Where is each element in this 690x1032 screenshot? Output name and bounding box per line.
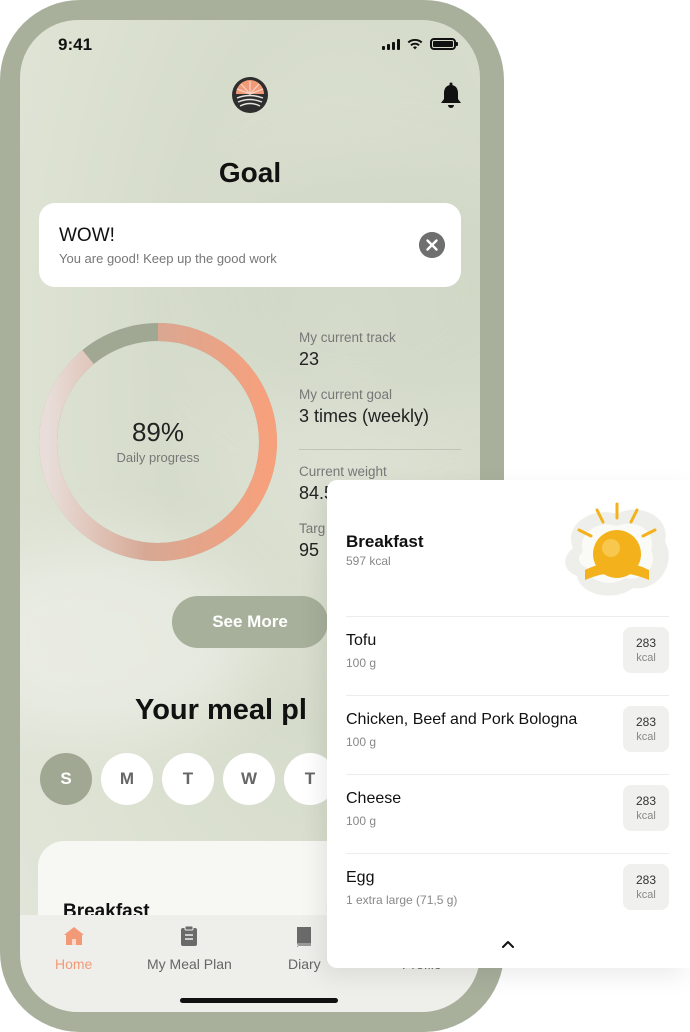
kcal-value: 283 [635,715,657,729]
food-item[interactable]: Chicken, Beef and Pork Bologna 100 g 283… [327,696,690,774]
tab-diary[interactable]: Diary [288,925,321,972]
day-sunday[interactable]: S [40,753,92,805]
kcal-unit: kcal [636,810,656,822]
food-item[interactable]: Egg 1 extra large (71,5 g) 283 kcal [327,854,690,932]
stat-value: 23 [299,349,320,369]
wifi-icon [407,38,423,50]
food-name: Egg [346,869,375,886]
page-title: Goal [218,157,282,188]
day-selector: S M T W T [40,753,336,805]
breakfast-detail-panel: Breakfast 597 kcal Tofu 100 g 283 kcal C… [327,480,690,968]
day-monday[interactable]: M [101,753,153,805]
food-name: Chicken, Beef and Pork Bologna [346,711,578,728]
status-bar: 9:41 [20,20,480,70]
signal-icon [382,38,400,50]
kcal-badge: 283 kcal [623,864,669,910]
stat-label: My current goal [299,387,393,402]
food-name: Tofu [346,632,377,649]
app-stage: 9:41 Goal WOW! You are good! Keep up the… [0,0,690,1032]
battery-icon [430,38,458,50]
clipboard-icon [181,925,198,946]
tab-label: My Meal Plan [147,956,232,972]
status-icons [382,38,458,50]
kcal-value: 283 [635,636,657,650]
food-name: Cheese [346,790,402,807]
book-icon [297,927,312,947]
kcal-unit: kcal [636,889,656,901]
see-more-button[interactable]: See More [172,596,328,648]
day-tuesday[interactable]: T [162,753,214,805]
stat-value: 3 times (weekly) [299,406,430,426]
food-quantity: 100 g [346,814,377,828]
banner-message: You are good! Keep up the good work [59,251,277,266]
stat-current-track: My current track 23 [299,330,461,387]
chevron-up-icon[interactable] [500,938,516,950]
kcal-value: 283 [635,794,657,808]
tab-home[interactable]: Home [55,925,92,972]
kcal-badge: 283 kcal [623,785,669,831]
stat-current-goal: My current goal 3 times (weekly) [299,387,461,444]
food-quantity: 100 g [346,656,377,670]
food-quantity: 1 extra large (71,5 g) [346,893,458,907]
tab-label: Diary [288,956,321,972]
day-wednesday[interactable]: W [223,753,275,805]
close-icon[interactable] [419,232,445,258]
home-icon [63,927,84,945]
achievement-banner: WOW! You are good! Keep up the good work [39,203,461,287]
banner-title: WOW! [59,225,115,246]
tab-meal-plan[interactable]: My Meal Plan [147,925,232,972]
stat-label: Current weight [299,464,387,479]
kcal-badge: 283 kcal [623,706,669,752]
food-quantity: 100 g [346,735,377,749]
fried-egg-image [565,502,669,596]
food-item[interactable]: Cheese 100 g 283 kcal [327,775,690,853]
food-item[interactable]: Tofu 100 g 283 kcal [327,617,690,695]
stats-divider [299,449,461,450]
kcal-unit: kcal [636,731,656,743]
progress-label: Daily progress [116,450,200,465]
stat-label: My current track [299,330,396,345]
panel-title: Breakfast [346,532,424,551]
kcal-unit: kcal [636,652,656,664]
panel-kcal: 597 kcal [346,554,391,568]
progress-percent: 89% [131,417,185,447]
meal-plan-title: Your meal pl [135,694,307,726]
kcal-badge: 283 kcal [623,627,669,673]
home-indicator [180,998,338,1003]
kcal-value: 283 [635,873,657,887]
app-logo [232,77,268,113]
tab-label: Home [55,956,93,972]
status-time: 9:41 [58,35,93,54]
bell-icon[interactable] [438,82,464,110]
